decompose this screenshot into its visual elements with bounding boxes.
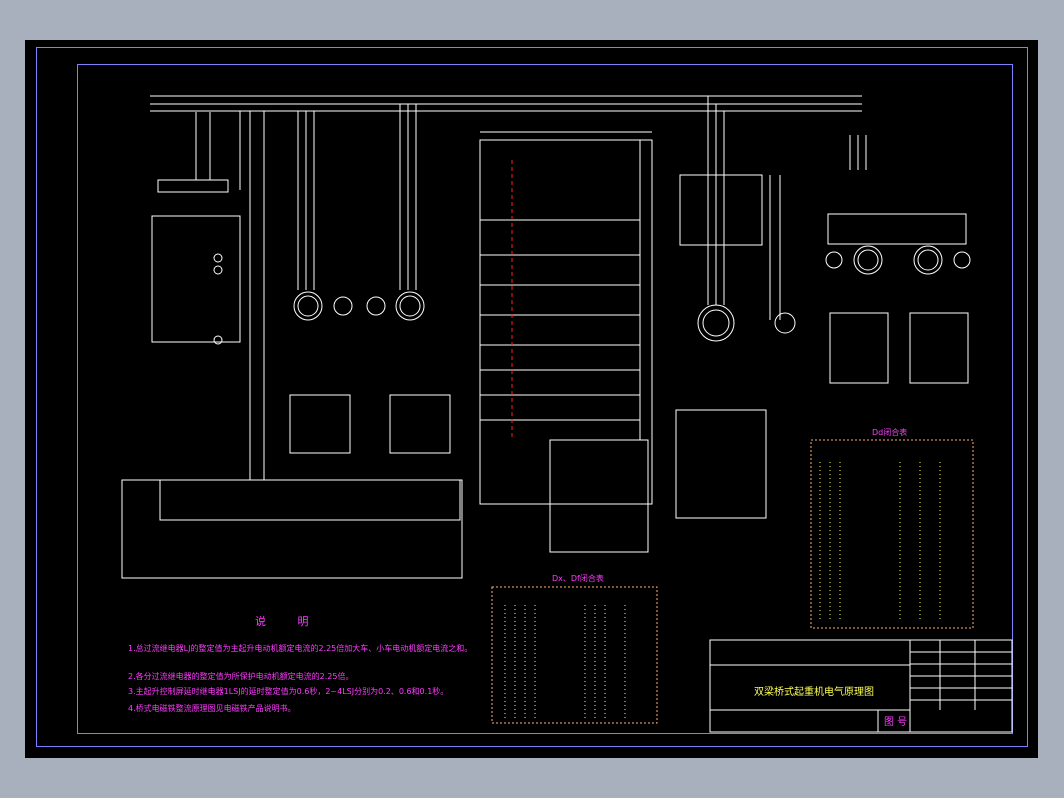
control-circuit xyxy=(479,139,653,553)
drawing-number-label: 图 号 xyxy=(884,717,908,728)
table-title-dd: Dd闭合表 xyxy=(872,428,908,437)
motors-dd xyxy=(825,135,971,384)
drawing-title: 双梁桥式起重机电气原理图 xyxy=(754,687,874,698)
note-4: 4.桥式电磁铁整流原理图见电磁铁产品说明书。 xyxy=(128,704,296,713)
isolation-panel xyxy=(151,111,265,480)
table-title-dx-df: Dx、Df闭合表 xyxy=(552,574,604,583)
supply-bus xyxy=(150,95,862,133)
note-2: 2.各分过流继电器的整定值为所保护电动机额定电流的2.25倍。 xyxy=(128,672,354,681)
motors-left xyxy=(121,104,463,579)
note-3: 3.主起升控制屏延时继电器1LSJ的延时整定值为0.6秒，2~4LSJ分别为0.… xyxy=(128,687,449,696)
motor-ds xyxy=(675,96,796,519)
notes-heading: 说 明 xyxy=(255,615,323,628)
note-1: 1.总过流继电器LJ的整定值为主起升电动机额定电流的2.25倍加大车、小车电动机… xyxy=(128,644,473,653)
closing-table-grid xyxy=(504,462,941,718)
